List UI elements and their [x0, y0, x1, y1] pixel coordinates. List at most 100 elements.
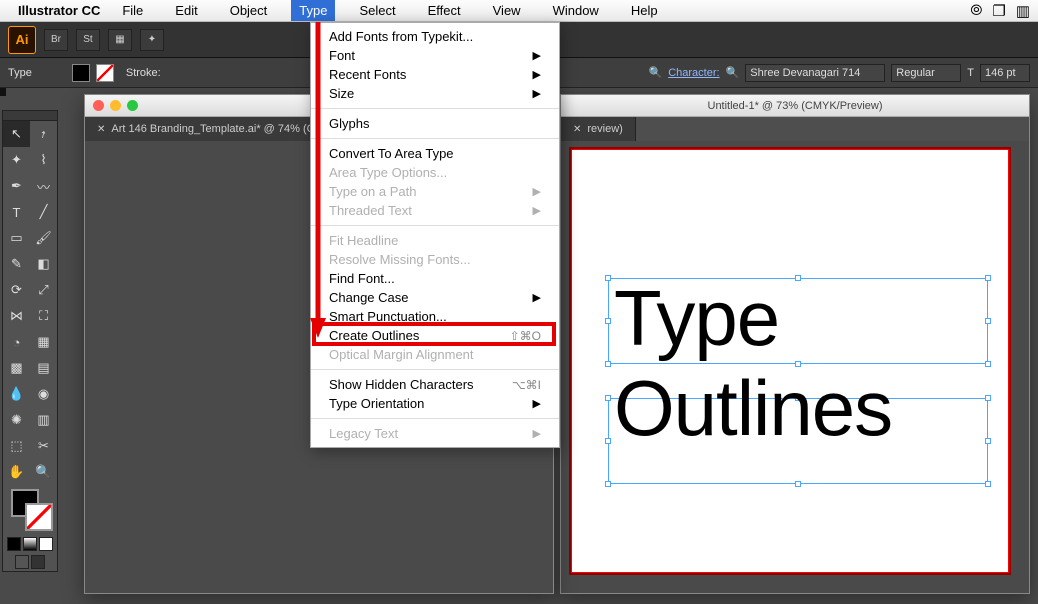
- menu-item-convert-to-area-type[interactable]: Convert To Area Type: [311, 144, 559, 163]
- selection-tool[interactable]: ↖: [3, 121, 30, 147]
- menu-view[interactable]: View: [485, 0, 529, 21]
- fill-swatch[interactable]: [72, 64, 90, 82]
- menu-item-glyphs[interactable]: Glyphs: [311, 114, 559, 133]
- font-size-input[interactable]: [980, 64, 1030, 82]
- close-tab-icon[interactable]: ✕: [97, 124, 105, 135]
- direct-selection-tool[interactable]: ⭎: [30, 121, 57, 147]
- arrange-docs-button[interactable]: ▦: [108, 29, 132, 51]
- hand-tool[interactable]: ✋: [3, 459, 30, 485]
- color-mode-color[interactable]: [7, 537, 21, 551]
- character-panel-link[interactable]: Character:: [668, 67, 719, 79]
- submenu-arrow-icon: ▶: [533, 291, 541, 304]
- menu-help[interactable]: Help: [623, 0, 666, 21]
- mesh-tool[interactable]: ▩: [3, 355, 30, 381]
- menu-item-size[interactable]: Size▶: [311, 84, 559, 103]
- column-graph-tool[interactable]: ▥: [30, 407, 57, 433]
- eyedropper-tool[interactable]: 💧: [3, 381, 30, 407]
- menu-item-label: Fit Headline: [329, 233, 398, 248]
- rotate-tool[interactable]: ⟳: [3, 277, 30, 303]
- shape-builder-tool[interactable]: ◔: [3, 329, 30, 355]
- essentials-button[interactable]: Br: [44, 29, 68, 51]
- menu-item-label: Type Orientation: [329, 396, 424, 411]
- submenu-arrow-icon: ▶: [533, 68, 541, 81]
- rectangle-tool[interactable]: ▭: [3, 225, 30, 251]
- menu-item-find-font[interactable]: Find Font...: [311, 269, 559, 288]
- artboard[interactable]: Type Outlines: [571, 149, 1009, 573]
- window-title: Untitled-1* @ 73% (CMYK/Preview): [708, 100, 883, 112]
- font-search-icon[interactable]: 🔍: [726, 66, 740, 79]
- scale-tool[interactable]: ⤢: [30, 277, 57, 303]
- curvature-tool[interactable]: 〰: [30, 173, 57, 199]
- menu-item-label: Legacy Text: [329, 426, 398, 441]
- fill-stroke-controls[interactable]: [3, 485, 57, 535]
- zoom-tool[interactable]: 🔍: [30, 459, 57, 485]
- menu-item-label: Area Type Options...: [329, 165, 447, 180]
- menu-item-label: Find Font...: [329, 271, 395, 286]
- blend-tool[interactable]: ◉: [30, 381, 57, 407]
- menu-item-change-case[interactable]: Change Case▶: [311, 288, 559, 307]
- text-line-1: Type: [614, 274, 966, 364]
- document-tab-label: review): [587, 123, 622, 135]
- current-tool-label: Type: [8, 67, 32, 79]
- creative-cloud-icon[interactable]: ⦾: [970, 2, 982, 20]
- tools-panel-grip[interactable]: [3, 111, 57, 121]
- perspective-grid-tool[interactable]: ▦: [30, 329, 57, 355]
- zoom-window-button[interactable]: [127, 100, 138, 111]
- gradient-tool[interactable]: ▤: [30, 355, 57, 381]
- menu-item-label: Resolve Missing Fonts...: [329, 252, 471, 267]
- screen-mode-normal[interactable]: [15, 555, 29, 569]
- menu-item-add-fonts-from-typekit[interactable]: Add Fonts from Typekit...: [311, 27, 559, 46]
- shaper-tool[interactable]: ✎: [3, 251, 30, 277]
- window-overlap-icon[interactable]: ❐: [992, 2, 1005, 20]
- paintbrush-tool[interactable]: 🖌: [30, 225, 57, 251]
- symbol-sprayer-tool[interactable]: ✺: [3, 407, 30, 433]
- eraser-tool[interactable]: ◧: [30, 251, 57, 277]
- menu-window[interactable]: Window: [545, 0, 607, 21]
- slice-tool[interactable]: ✂: [30, 433, 57, 459]
- artboard-tool[interactable]: ⬚: [3, 433, 30, 459]
- close-tab-icon[interactable]: ✕: [573, 124, 581, 135]
- stroke-color-icon[interactable]: [25, 503, 53, 531]
- menu-select[interactable]: Select: [351, 0, 403, 21]
- mac-right-status-icons: ⦾ ❐ ▥: [970, 2, 1030, 20]
- stock-button[interactable]: St: [76, 29, 100, 51]
- lasso-tool[interactable]: ⌇: [30, 147, 57, 173]
- menu-edit[interactable]: Edit: [167, 0, 205, 21]
- pen-tool[interactable]: ✒: [3, 173, 30, 199]
- menu-file[interactable]: File: [114, 0, 151, 21]
- menu-item-recent-fonts[interactable]: Recent Fonts▶: [311, 65, 559, 84]
- close-window-button[interactable]: [93, 100, 104, 111]
- menu-effect[interactable]: Effect: [420, 0, 469, 21]
- text-line-2: Outlines: [614, 364, 966, 454]
- menu-object[interactable]: Object: [222, 0, 276, 21]
- magic-wand-tool[interactable]: ✦: [3, 147, 30, 173]
- font-family-select[interactable]: [745, 64, 885, 82]
- gpu-preview-button[interactable]: ✦: [140, 29, 164, 51]
- menu-item-show-hidden-characters[interactable]: Show Hidden Characters⌥⌘I: [311, 375, 559, 394]
- search-icon[interactable]: 🔍: [649, 66, 663, 79]
- free-transform-tool[interactable]: ⛶: [30, 303, 57, 329]
- width-tool[interactable]: ⋈: [3, 303, 30, 329]
- menu-separator: [311, 138, 559, 139]
- panel-collapse-grip[interactable]: [0, 88, 6, 96]
- stroke-swatch[interactable]: [96, 64, 114, 82]
- color-mode-none[interactable]: [39, 537, 53, 551]
- line-tool[interactable]: ╱: [30, 199, 57, 225]
- menu-item-type-orientation[interactable]: Type Orientation▶: [311, 394, 559, 413]
- app-name: Illustrator CC: [18, 3, 100, 18]
- canvas-area[interactable]: Type Outlines: [561, 141, 1029, 593]
- screen-share-icon[interactable]: ▥: [1016, 2, 1030, 20]
- menu-type[interactable]: Type: [291, 0, 335, 21]
- menu-item-label: Size: [329, 86, 354, 101]
- document-tab[interactable]: ✕ review): [561, 117, 636, 141]
- menu-item-font[interactable]: Font▶: [311, 46, 559, 65]
- menu-item-label: Add Fonts from Typekit...: [329, 29, 473, 44]
- minimize-window-button[interactable]: [110, 100, 121, 111]
- type-object[interactable]: Type Outlines: [614, 274, 966, 453]
- menu-separator: [311, 108, 559, 109]
- stroke-label: Stroke:: [126, 67, 161, 79]
- screen-mode-full[interactable]: [31, 555, 45, 569]
- type-tool[interactable]: T: [3, 199, 30, 225]
- color-mode-gradient[interactable]: [23, 537, 37, 551]
- font-style-select[interactable]: [891, 64, 961, 82]
